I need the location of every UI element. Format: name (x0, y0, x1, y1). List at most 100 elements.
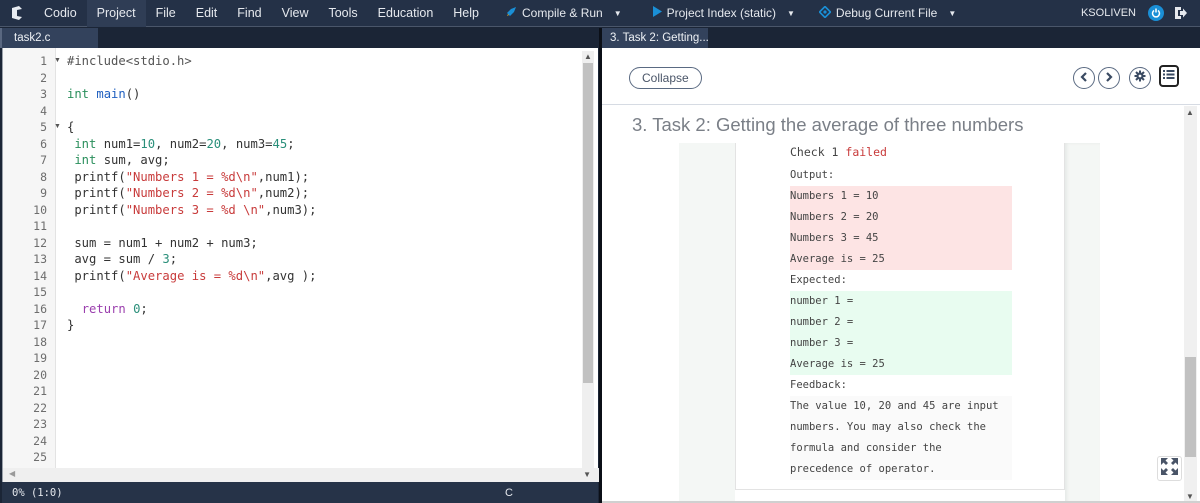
output-label: Output: (790, 169, 835, 181)
power-icon[interactable] (1148, 5, 1164, 21)
code-line[interactable]: int main() (67, 86, 140, 103)
guide-header: Collapse (602, 48, 1200, 105)
expected-label: Expected: (790, 274, 847, 286)
expand-icon (1161, 457, 1178, 480)
chevron-down-icon[interactable]: ▼ (787, 9, 795, 18)
guide-pane: 3. Task 2: Getting... Collapse 3. Task 2… (602, 28, 1200, 503)
output-line: Numbers 3 = 45 (790, 228, 1012, 249)
feedback-line: The value 10, 20 and 45 are input (790, 396, 1012, 417)
editor-pane: task2.c 1 ▼ 2 3 4 5 ▼ 6 7 8 9 10 11 12 13 14 15 16 17 18 19 2… (0, 28, 600, 503)
line-number: 20 (33, 367, 47, 382)
guide-tab-bar: 3. Task 2: Getting... (602, 28, 1200, 48)
menu-codio[interactable]: Codio (34, 0, 87, 27)
code-line[interactable]: int sum, avg; (67, 152, 169, 169)
scroll-down-icon[interactable]: ▼ (583, 470, 591, 479)
line-number: 8 (40, 169, 47, 184)
output-line: Numbers 2 = 20 (790, 207, 1012, 228)
cursor-position: 0% (1:0) (12, 486, 63, 499)
guide-scroll-thumb[interactable] (1185, 357, 1196, 457)
code-line[interactable]: { (67, 119, 74, 136)
table-of-contents-button[interactable] (1159, 65, 1179, 87)
line-number: 1 (40, 54, 47, 68)
code-line[interactable]: return 0; (67, 301, 148, 318)
line-number: 24 (33, 433, 47, 448)
scroll-up-icon[interactable]: ▲ (584, 52, 592, 61)
line-number: 17 (33, 318, 47, 332)
project-index-label: Project Index (static) (666, 6, 776, 20)
line-number: 9 (40, 186, 47, 200)
collapse-button[interactable]: Collapse (629, 67, 702, 89)
menu-help[interactable]: Help (443, 0, 489, 27)
output-line: Numbers 1 = 10 (790, 186, 1012, 207)
play-icon (652, 6, 662, 20)
scroll-left-icon[interactable]: ◀ (9, 469, 15, 478)
codio-logo-icon[interactable] (0, 0, 34, 27)
code-line[interactable]: #include<stdio.h> (67, 53, 192, 70)
line-number: 16 (33, 301, 47, 316)
chevron-down-icon[interactable]: ▼ (614, 9, 622, 18)
fold-toggle-icon[interactable]: ▼ (54, 53, 65, 70)
expected-line: number 1 = (790, 291, 1012, 312)
menu-file[interactable]: File (146, 0, 186, 27)
fullscreen-button[interactable] (1157, 456, 1182, 481)
guide-title: 3. Task 2: Getting the average of three … (632, 114, 1024, 135)
line-number: 11 (33, 219, 47, 233)
guide-vertical-scrollbar[interactable]: ▲ ▼ (1184, 106, 1197, 503)
menu-project[interactable]: Project (86, 0, 146, 27)
tab-guide[interactable]: 3. Task 2: Getting... (602, 28, 708, 48)
editor-vertical-scrollbar[interactable]: ▲ (582, 51, 594, 476)
list-icon (1163, 67, 1175, 85)
settings-button[interactable] (1129, 67, 1151, 89)
check-label: Check 1 (790, 145, 846, 159)
output-line: Average is = 25 (790, 249, 1012, 270)
scroll-down-icon[interactable]: ▼ (1186, 492, 1194, 501)
menu-tools[interactable]: Tools (318, 0, 367, 27)
username[interactable]: KSOLIVEN (1081, 7, 1136, 19)
feedback-line: formula and consider the (790, 438, 1012, 459)
code-line[interactable]: printf("Numbers 3 = %d \n",num3); (67, 202, 316, 219)
crosshair-icon (818, 4, 832, 21)
project-index-button[interactable]: Project Index (static) ▼ (644, 0, 803, 27)
expected-line: Average is = 25 (790, 354, 1012, 375)
code-line[interactable]: printf("Numbers 1 = %d\n",num1); (67, 169, 309, 186)
line-number: 21 (33, 384, 47, 398)
code-line[interactable]: printf("Numbers 2 = %d\n",num2); (67, 185, 309, 202)
line-number: 14 (33, 268, 47, 283)
menu-find[interactable]: Find (227, 0, 271, 27)
code-line[interactable]: } (67, 317, 74, 334)
menu-view[interactable]: View (272, 0, 319, 27)
debug-current-file-label: Debug Current File (835, 6, 938, 20)
code-line[interactable]: printf("Average is = %d\n",avg ); (67, 268, 316, 285)
content-margin-left (679, 143, 735, 503)
scroll-up-icon[interactable]: ▲ (1186, 108, 1194, 117)
compile-run-button[interactable]: Compile & Run ▼ (497, 0, 630, 27)
code-editor[interactable]: 1 ▼ 2 3 4 5 ▼ 6 7 8 9 10 11 12 13 14 15 16 17 18 19 20 21 22 23 2… (2, 48, 599, 482)
editor-scroll-thumb[interactable] (583, 63, 593, 383)
previous-button[interactable] (1073, 67, 1095, 89)
expected-line: number 3 = (790, 333, 1012, 354)
line-number: 4 (40, 103, 47, 118)
line-number: 13 (33, 252, 47, 266)
compile-run-label: Compile & Run (522, 6, 603, 20)
expected-line: number 2 = (790, 312, 1012, 333)
tab-task2-c[interactable]: task2.c (0, 28, 98, 48)
chevron-down-icon[interactable]: ▼ (948, 9, 956, 18)
menu-education[interactable]: Education (368, 0, 444, 27)
debug-current-file-button[interactable]: Debug Current File ▼ (811, 0, 964, 27)
editor-horizontal-scrollbar[interactable]: ◀ ▼ (3, 468, 599, 482)
next-button[interactable] (1098, 67, 1120, 89)
menu-bar: Codio Project File Edit Find View Tools … (0, 0, 1200, 27)
editor-status-bar: 0% (1:0) C (2, 482, 598, 503)
menu-edit[interactable]: Edit (186, 0, 228, 27)
code-line[interactable]: sum = num1 + num2 + num3; (67, 235, 257, 252)
gear-icon (1134, 69, 1146, 87)
line-number: 2 (40, 70, 47, 85)
code-line[interactable]: avg = sum / 3; (67, 251, 177, 268)
code-line[interactable]: int num1=10, num2=20, num3=45; (67, 136, 294, 153)
language-mode[interactable]: C (505, 487, 513, 499)
logout-icon[interactable] (1174, 6, 1188, 20)
check-status: Check 1 failed (790, 142, 887, 163)
line-number: 19 (33, 351, 47, 365)
line-number: 3 (40, 87, 47, 101)
fold-toggle-icon[interactable]: ▼ (54, 119, 65, 136)
